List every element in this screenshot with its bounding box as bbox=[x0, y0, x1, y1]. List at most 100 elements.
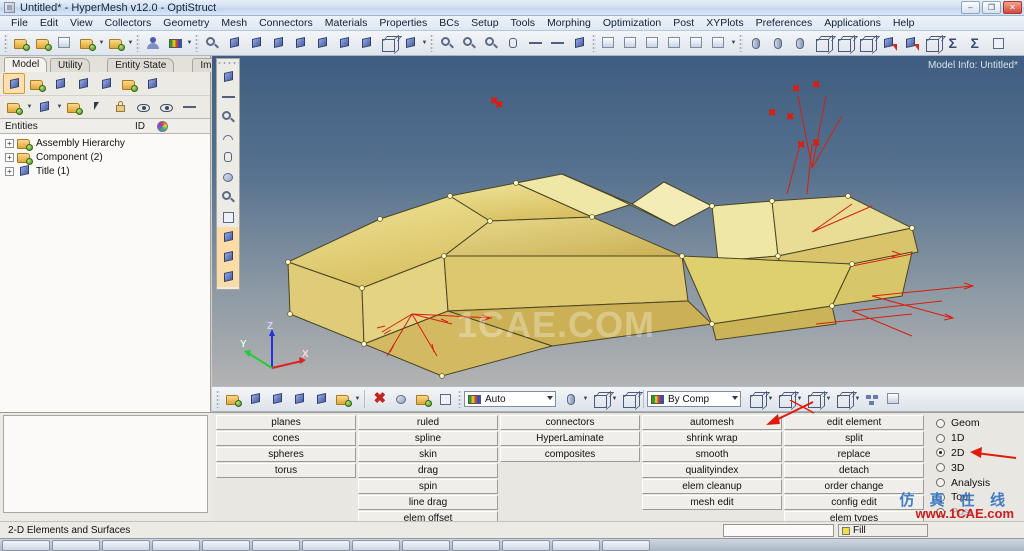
material-icon[interactable] bbox=[289, 389, 309, 409]
include-icon[interactable] bbox=[141, 73, 163, 94]
shaded-cube-icon[interactable] bbox=[775, 389, 795, 409]
toolbar-grip[interactable] bbox=[458, 390, 462, 408]
radio-button-icon[interactable] bbox=[936, 478, 945, 488]
menu-item-collectors[interactable]: Collectors bbox=[99, 16, 158, 31]
numbers-123-icon[interactable] bbox=[435, 389, 455, 409]
open-folder-icon[interactable] bbox=[33, 33, 53, 53]
toolbar-grip[interactable] bbox=[195, 34, 199, 52]
menu-item-mesh[interactable]: Mesh bbox=[215, 16, 253, 31]
assembly-icon[interactable] bbox=[26, 73, 48, 94]
taskbar-button[interactable] bbox=[102, 539, 150, 551]
geom-shade-icon[interactable] bbox=[833, 389, 853, 409]
panel-button-connectors[interactable]: connectors bbox=[500, 415, 640, 430]
chevron-down-icon[interactable]: ▼ bbox=[421, 33, 428, 53]
menu-item-geometry[interactable]: Geometry bbox=[157, 16, 215, 31]
toolbar-grip[interactable] bbox=[136, 34, 140, 52]
panel-button-hyperlaminate[interactable]: HyperLaminate bbox=[500, 431, 640, 446]
solid-cube-icon[interactable] bbox=[619, 389, 639, 409]
taskbar-button[interactable] bbox=[2, 539, 50, 551]
panel-button-detach[interactable]: detach bbox=[784, 463, 924, 478]
menu-item-applications[interactable]: Applications bbox=[818, 16, 887, 31]
circle-rotate-icon[interactable] bbox=[569, 33, 589, 53]
panel-button-composites[interactable]: composites bbox=[500, 447, 640, 462]
panel-button-spheres[interactable]: spheres bbox=[216, 447, 356, 462]
mesh-red-icon[interactable] bbox=[878, 33, 898, 53]
taskbar-button[interactable] bbox=[202, 539, 250, 551]
toolbar-grip[interactable] bbox=[592, 34, 596, 52]
menu-item-edit[interactable]: Edit bbox=[34, 16, 64, 31]
menu-item-post[interactable]: Post bbox=[667, 16, 700, 31]
chevron-down-icon[interactable]: ▼ bbox=[56, 97, 63, 117]
table-icon[interactable] bbox=[988, 33, 1008, 53]
radio-button-icon[interactable] bbox=[936, 433, 945, 443]
menu-item-help[interactable]: Help bbox=[887, 16, 921, 31]
menu-item-materials[interactable]: Materials bbox=[319, 16, 374, 31]
pan-hand-icon[interactable] bbox=[503, 33, 523, 53]
zy-view-icon[interactable] bbox=[334, 33, 354, 53]
tree-row[interactable]: + Title (1) bbox=[0, 164, 210, 178]
folder-star-icon[interactable] bbox=[413, 389, 433, 409]
eye-1-icon[interactable] bbox=[155, 97, 177, 118]
xz-view-icon[interactable] bbox=[312, 33, 332, 53]
menu-item-setup[interactable]: Setup bbox=[465, 16, 504, 31]
menu-item-bcs[interactable]: BCs bbox=[433, 16, 465, 31]
chevron-down-icon[interactable]: ▼ bbox=[582, 389, 589, 409]
page-radio-3d[interactable]: 3D bbox=[936, 460, 1022, 475]
tree-row[interactable]: + Assembly Hierarchy bbox=[0, 136, 210, 151]
menu-item-xyplots[interactable]: XYPlots bbox=[700, 16, 749, 31]
taskbar-button[interactable] bbox=[152, 539, 200, 551]
delete-red-x-icon[interactable]: ✖ bbox=[369, 389, 389, 409]
arrow-horizontal-icon[interactable] bbox=[525, 33, 545, 53]
menu-item-preferences[interactable]: Preferences bbox=[750, 16, 819, 31]
zx-view-icon[interactable] bbox=[290, 33, 310, 53]
panel-tab-entity-state[interactable]: Entity State bbox=[107, 58, 175, 72]
panel-button-drag[interactable]: drag bbox=[358, 463, 498, 478]
panel-button-elem-cleanup[interactable]: elem cleanup bbox=[642, 479, 782, 494]
toolbar-grip[interactable] bbox=[430, 34, 434, 52]
panel-button-cones[interactable]: cones bbox=[216, 431, 356, 446]
rotate-view-icon[interactable] bbox=[400, 33, 420, 53]
color-palette-icon[interactable] bbox=[165, 33, 185, 53]
smooth-cube-icon[interactable] bbox=[856, 33, 876, 53]
surface-edge-icon[interactable] bbox=[561, 389, 581, 409]
load-down-icon[interactable] bbox=[311, 389, 331, 409]
diamond-icon[interactable] bbox=[33, 97, 55, 118]
sphere-stack-icon[interactable] bbox=[391, 389, 411, 409]
chevron-down-icon[interactable] bbox=[547, 396, 553, 400]
close-button[interactable]: ✕ bbox=[1003, 1, 1022, 14]
page-radio-2d[interactable]: 2D bbox=[936, 446, 1022, 461]
radio-button-icon[interactable] bbox=[936, 463, 945, 473]
wire-cube-icon[interactable] bbox=[812, 33, 832, 53]
summation-icon[interactable]: Σ bbox=[944, 33, 964, 53]
menu-item-connectors[interactable]: Connectors bbox=[253, 16, 319, 31]
taskbar-button[interactable] bbox=[252, 539, 300, 551]
monitor-icon[interactable] bbox=[884, 389, 904, 409]
zoom-center-icon[interactable] bbox=[481, 33, 501, 53]
page-radio-analysis[interactable]: Analysis bbox=[936, 475, 1022, 490]
capture-video-icon[interactable] bbox=[709, 33, 729, 53]
lock-icon[interactable] bbox=[109, 97, 131, 118]
menu-item-tools[interactable]: Tools bbox=[505, 16, 542, 31]
xy-view-icon[interactable] bbox=[246, 33, 266, 53]
panel-button-automesh[interactable]: automesh bbox=[642, 415, 782, 430]
panel-button-planes[interactable]: planes bbox=[216, 415, 356, 430]
export-solver-deck-icon[interactable] bbox=[106, 33, 126, 53]
fill-toggle[interactable]: Fill bbox=[838, 524, 928, 537]
menu-item-optimization[interactable]: Optimization bbox=[597, 16, 667, 31]
save-icon[interactable] bbox=[55, 33, 75, 53]
panel-button-spin[interactable]: spin bbox=[358, 479, 498, 494]
restore-button[interactable]: ❐ bbox=[982, 1, 1001, 14]
radio-button-icon[interactable] bbox=[936, 418, 945, 428]
summation-alert-icon[interactable]: Σ bbox=[966, 33, 986, 53]
line-icon[interactable] bbox=[768, 33, 788, 53]
panel-button-skin[interactable]: skin bbox=[358, 447, 498, 462]
save-image-icon[interactable] bbox=[599, 33, 619, 53]
taskbar-button[interactable] bbox=[402, 539, 450, 551]
folder-blue-icon[interactable] bbox=[3, 97, 25, 118]
command-input[interactable] bbox=[723, 524, 834, 537]
user-profile-icon[interactable] bbox=[143, 33, 163, 53]
assembly-green-icon[interactable] bbox=[223, 389, 243, 409]
panel-button-spline[interactable]: spline bbox=[358, 431, 498, 446]
model-browser-icon[interactable] bbox=[3, 73, 25, 94]
panel-tab-model[interactable]: Model bbox=[4, 57, 48, 72]
